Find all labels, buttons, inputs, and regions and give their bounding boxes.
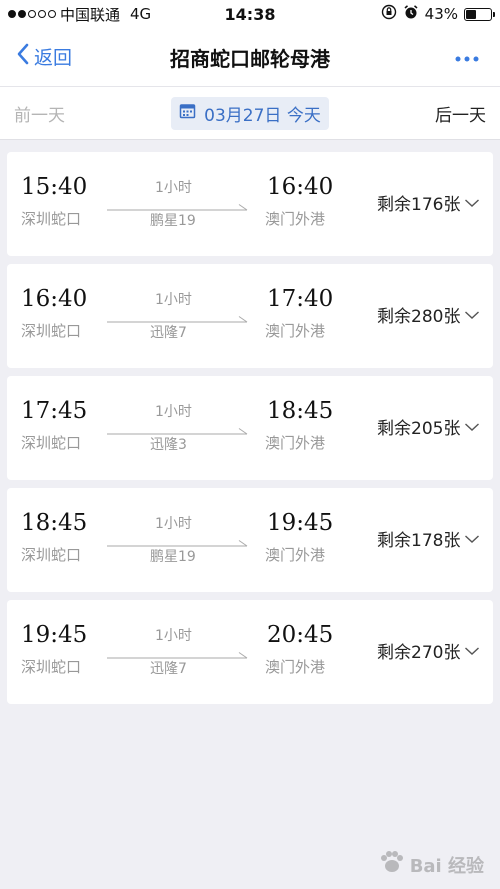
alarm-icon (403, 4, 419, 24)
paw-icon (378, 848, 406, 881)
trip-card[interactable]: 18:45 深圳蛇口 1小时 鹏星19 19:45 澳门外港 剩余178张 (7, 488, 493, 592)
orientation-lock-icon (381, 4, 397, 24)
arrival-port: 澳门外港 (265, 434, 326, 452)
trip-duration: 1小时 (155, 516, 192, 532)
arrival-time: 17:40 (267, 286, 334, 312)
chevron-down-icon (464, 193, 480, 213)
ship-name: 迅隆7 (150, 325, 187, 341)
departure-time: 17:45 (21, 398, 88, 424)
date-label: 03月27日 今天 (204, 105, 321, 126)
ship-name: 迅隆7 (150, 661, 187, 677)
status-left: 中国联通 4G (8, 4, 178, 25)
trip-card[interactable]: 15:40 深圳蛇口 1小时 鹏星19 16:40 澳门外港 剩余176张 (7, 152, 493, 256)
trip-card[interactable]: 17:45 深圳蛇口 1小时 迅隆3 18:45 澳门外港 剩余205张 (7, 376, 493, 480)
status-right: 43% (322, 4, 495, 24)
remaining-label: 剩余176张 (377, 195, 461, 215)
trip-list: 15:40 深圳蛇口 1小时 鹏星19 16:40 澳门外港 剩余176张 16… (0, 140, 500, 704)
remaining-label: 剩余178张 (377, 531, 461, 551)
ship-name: 迅隆3 (150, 437, 187, 453)
chevron-left-icon (16, 42, 30, 71)
ship-name: 鹏星19 (150, 549, 196, 565)
arrival-time: 19:45 (267, 510, 334, 536)
departure-port: 深圳蛇口 (21, 546, 82, 564)
carrier-label: 中国联通 (60, 5, 121, 24)
departure-port: 深圳蛇口 (21, 658, 82, 676)
back-button[interactable]: 返回 (16, 42, 72, 71)
departure-port: 深圳蛇口 (21, 322, 82, 340)
watermark-text: Bai 经验 (409, 855, 484, 877)
remaining-tickets[interactable]: 剩余178张 (377, 526, 480, 551)
prev-day-button[interactable]: 前一天 (14, 101, 65, 126)
battery-percent: 43% (424, 5, 458, 23)
departure-time: 15:40 (21, 174, 88, 200)
arrival-port: 澳门外港 (265, 322, 326, 340)
chevron-down-icon (464, 529, 480, 549)
arrival-port: 澳门外港 (265, 658, 326, 676)
arrival-port: 澳门外港 (265, 546, 326, 564)
signal-strength-icon (8, 10, 56, 18)
arrival-time: 20:45 (267, 622, 334, 648)
next-day-button[interactable]: 后一天 (435, 101, 486, 126)
remaining-label: 剩余205张 (377, 419, 461, 439)
departure-port: 深圳蛇口 (21, 434, 82, 452)
date-selector[interactable]: 03月27日 今天 (171, 96, 329, 130)
calendar-icon (179, 102, 196, 124)
departure-port: 深圳蛇口 (21, 210, 82, 228)
arrival-time: 16:40 (267, 174, 334, 200)
trip-duration: 1小时 (155, 292, 192, 308)
remaining-tickets[interactable]: 剩余205张 (377, 414, 480, 439)
more-button[interactable] (454, 48, 480, 67)
remaining-tickets[interactable]: 剩余176张 (377, 190, 480, 215)
trip-duration: 1小时 (155, 628, 192, 644)
arrival-time: 18:45 (267, 398, 334, 424)
departure-time: 18:45 (21, 510, 88, 536)
arrival-port: 澳门外港 (265, 210, 326, 228)
trip-card[interactable]: 19:45 深圳蛇口 1小时 迅隆7 20:45 澳门外港 剩余270张 (7, 600, 493, 704)
status-bar: 中国联通 4G 14:38 43% (0, 0, 500, 28)
departure-time: 16:40 (21, 286, 88, 312)
baidu-watermark: Bai 经验 (378, 848, 484, 881)
remaining-label: 剩余270张 (377, 643, 461, 663)
nav-bar: 返回 招商蛇口邮轮母港 (0, 28, 500, 86)
departure-time: 19:45 (21, 622, 88, 648)
chevron-down-icon (464, 305, 480, 325)
network-label: 4G (130, 5, 152, 23)
more-icon (454, 48, 480, 67)
back-label: 返回 (34, 47, 73, 69)
chevron-down-icon (464, 641, 480, 661)
ship-name: 鹏星19 (150, 213, 196, 229)
trip-card[interactable]: 16:40 深圳蛇口 1小时 迅隆7 17:40 澳门外港 剩余280张 (7, 264, 493, 368)
date-bar: 前一天 03月27日 今天 后一天 (0, 86, 500, 140)
clock: 14:38 (224, 4, 276, 24)
remaining-tickets[interactable]: 剩余270张 (377, 638, 480, 663)
remaining-tickets[interactable]: 剩余280张 (377, 302, 480, 327)
remaining-label: 剩余280张 (377, 307, 461, 327)
header: 中国联通 4G 14:38 43% 返回 招商蛇口邮轮母港 前一天 03月27日… (0, 0, 500, 140)
page-title: 招商蛇口邮轮母港 (170, 46, 330, 71)
chevron-down-icon (464, 417, 480, 437)
trip-duration: 1小时 (155, 404, 192, 420)
battery-icon (464, 7, 495, 21)
trip-duration: 1小时 (155, 180, 192, 196)
